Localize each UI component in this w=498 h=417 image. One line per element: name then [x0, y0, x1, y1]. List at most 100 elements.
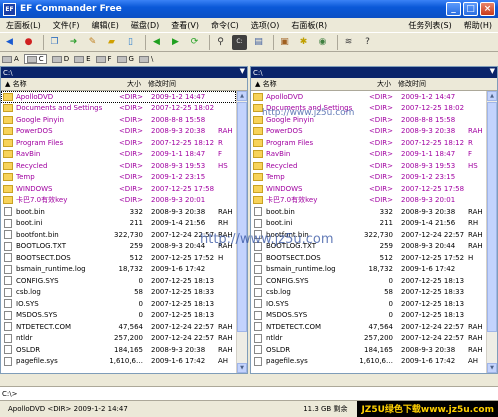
- column-date[interactable]: 修改时间: [394, 79, 454, 89]
- menu-file[interactable]: 文件(F): [47, 20, 86, 31]
- menu-right-panel[interactable]: 右面板(R): [285, 20, 333, 31]
- folder-row[interactable]: WINDOWS <DIR> 2007-12-25 17:58: [1, 183, 236, 195]
- file-row[interactable]: BOOTSECT.DOS 512 2007-12-25 17:52 H: [1, 252, 236, 264]
- file-row[interactable]: bsmain_runtime.log 18,732 2009-1-6 17:42: [251, 264, 486, 276]
- file-row[interactable]: CONFIG.SYS 0 2007-12-25 18:13: [1, 275, 236, 287]
- minimize-button[interactable]: _: [446, 2, 461, 16]
- maximize-button[interactable]: □: [463, 2, 478, 16]
- file-row[interactable]: boot.ini 211 2009-1-4 21:56 RH: [251, 218, 486, 230]
- right-scrollbar[interactable]: ▲ ▼: [486, 91, 497, 373]
- history-dropdown-icon[interactable]: ▼: [490, 67, 495, 75]
- copy-icon[interactable]: ❐: [47, 35, 62, 50]
- scroll-down-icon[interactable]: ▼: [487, 363, 497, 373]
- menu-help[interactable]: 帮助(H): [458, 20, 498, 31]
- terminal-icon[interactable]: C:: [232, 34, 247, 50]
- command-line[interactable]: C:\>: [0, 386, 498, 400]
- pack-icon[interactable]: ▣: [277, 35, 292, 50]
- drive-d[interactable]: D: [51, 55, 69, 63]
- file-row[interactable]: CONFIG.SYS 0 2007-12-25 18:13: [251, 275, 486, 287]
- column-name[interactable]: ▲ 名称: [1, 79, 104, 89]
- column-name[interactable]: ▲ 名称: [251, 79, 354, 89]
- file-row[interactable]: pagefile.sys 1,610,6… 2009-1-6 17:42 AH: [251, 356, 486, 368]
- file-row[interactable]: csb.log 58 2007-12-25 18:33: [1, 287, 236, 299]
- file-row[interactable]: boot.ini 211 2009-1-4 21:56 RH: [1, 218, 236, 230]
- scroll-thumb[interactable]: [487, 102, 497, 332]
- file-row[interactable]: IO.SYS 0 2007-12-25 18:13: [251, 298, 486, 310]
- drive-network[interactable]: \: [138, 55, 153, 63]
- file-row[interactable]: boot.bin 332 2008-9-3 20:38 RAH: [1, 206, 236, 218]
- disk-icon[interactable]: ◉: [315, 35, 330, 50]
- file-size: <DIR>: [368, 161, 393, 170]
- folder-row[interactable]: Temp <DIR> 2009-1-2 23:15: [251, 172, 486, 184]
- stop-icon[interactable]: ●: [21, 35, 36, 50]
- drive-a[interactable]: A: [2, 55, 19, 63]
- folder-row[interactable]: Temp <DIR> 2009-1-2 23:15: [1, 172, 236, 184]
- file-row[interactable]: IO.SYS 0 2007-12-25 18:13: [1, 298, 236, 310]
- drive-g[interactable]: G: [116, 55, 134, 63]
- file-row[interactable]: OSLDR 184,165 2008-9-3 20:38 RAH: [1, 344, 236, 356]
- left-path-bar[interactable]: C:\ ▼: [1, 67, 247, 78]
- scroll-up-icon[interactable]: ▲: [237, 91, 247, 101]
- left-file-panel[interactable]: C:\ ▼ ▲ 名称 大小 修改时间 ApolloDVD <DIR> 2009-1-…: [0, 66, 248, 374]
- file-row[interactable]: MSDOS.SYS 0 2007-12-25 18:13: [251, 310, 486, 322]
- scroll-down-icon[interactable]: ▼: [237, 363, 247, 373]
- folder-row[interactable]: WINDOWS <DIR> 2007-12-25 17:58: [251, 183, 486, 195]
- menu-view[interactable]: 查看(V): [165, 20, 205, 31]
- file-row[interactable]: NTDETECT.COM 47,564 2007-12-24 22:57 RAH: [1, 321, 236, 333]
- compare-icon[interactable]: ▤: [251, 35, 266, 50]
- file-row[interactable]: OSLDR 184,165 2008-9-3 20:38 RAH: [251, 344, 486, 356]
- file-row[interactable]: ntldr 257,200 2007-12-24 22:57 RAH: [1, 333, 236, 345]
- column-date[interactable]: 修改时间: [144, 79, 204, 89]
- file-row[interactable]: pagefile.sys 1,610,6… 2009-1-6 17:42 AH: [1, 356, 236, 368]
- drive-c[interactable]: C: [23, 54, 47, 64]
- sync-icon[interactable]: ≋: [341, 35, 356, 50]
- folder-row[interactable]: 卡巴7.0有效key <DIR> 2008-9-3 20:01: [1, 195, 236, 207]
- folder-row[interactable]: ApolloDVD <DIR> 2009-1-2 14:47: [251, 91, 486, 103]
- menu-task-list[interactable]: 任务列表(S): [402, 20, 457, 31]
- back-icon[interactable]: ◀: [2, 35, 17, 50]
- drive-f[interactable]: F: [95, 55, 112, 63]
- new-folder-icon[interactable]: ▰: [104, 35, 119, 50]
- delete-icon[interactable]: ▯: [123, 35, 138, 50]
- file-row[interactable]: ntldr 257,200 2007-12-24 22:57 RAH: [251, 333, 486, 345]
- file-row[interactable]: boot.bin 332 2008-9-3 20:38 RAH: [251, 206, 486, 218]
- file-row[interactable]: MSDOS.SYS 0 2007-12-25 18:13: [1, 310, 236, 322]
- folder-row[interactable]: Program Files <DIR> 2007-12-25 18:12 R: [251, 137, 486, 149]
- folder-row[interactable]: Recycled <DIR> 2008-9-3 19:53 HS: [1, 160, 236, 172]
- move-icon[interactable]: ➜: [66, 35, 81, 50]
- menu-commands[interactable]: 命令(C): [205, 20, 245, 31]
- folder-row[interactable]: RavBin <DIR> 2009-1-1 18:47 F: [251, 149, 486, 161]
- help-icon[interactable]: ?: [360, 35, 375, 50]
- folder-row[interactable]: Google Pinyin <DIR> 2008-8-8 15:58: [1, 114, 236, 126]
- column-size[interactable]: 大小: [354, 79, 394, 89]
- folder-row[interactable]: PowerDOS <DIR> 2008-9-3 20:38 RAH: [1, 126, 236, 138]
- file-row[interactable]: csb.log 58 2007-12-25 18:33: [251, 287, 486, 299]
- menu-options[interactable]: 选项(O): [245, 20, 286, 31]
- scroll-thumb[interactable]: [237, 102, 247, 332]
- folder-row[interactable]: Program Files <DIR> 2007-12-25 18:12 R: [1, 137, 236, 149]
- folder-row[interactable]: RavBin <DIR> 2009-1-1 18:47 F: [1, 149, 236, 161]
- close-button[interactable]: ×: [480, 2, 495, 16]
- refresh-icon[interactable]: ⟳: [187, 35, 202, 50]
- right-path-bar[interactable]: C:\ ▼: [251, 67, 497, 78]
- search-icon[interactable]: ⚲: [213, 35, 228, 50]
- folder-row[interactable]: PowerDOS <DIR> 2008-9-3 20:38 RAH: [251, 126, 486, 138]
- menu-edit[interactable]: 编辑(E): [86, 20, 125, 31]
- drive-e[interactable]: E: [74, 55, 91, 63]
- folder-row[interactable]: 卡巴7.0有效key <DIR> 2008-9-3 20:01: [251, 195, 486, 207]
- edit-icon[interactable]: ✎: [85, 35, 100, 50]
- go-forward-icon[interactable]: ▶: [168, 35, 183, 50]
- menu-disk[interactable]: 磁盘(D): [125, 20, 165, 31]
- folder-row[interactable]: Recycled <DIR> 2008-9-3 19:53 HS: [251, 160, 486, 172]
- file-row[interactable]: BOOTSECT.DOS 512 2007-12-25 17:52 H: [251, 252, 486, 264]
- file-row[interactable]: bsmain_runtime.log 18,732 2009-1-6 17:42: [1, 264, 236, 276]
- unpack-icon[interactable]: ✱: [296, 35, 311, 50]
- history-dropdown-icon[interactable]: ▼: [240, 67, 245, 75]
- go-back-icon[interactable]: ◀: [149, 35, 164, 50]
- scroll-up-icon[interactable]: ▲: [487, 91, 497, 101]
- column-size[interactable]: 大小: [104, 79, 144, 89]
- folder-row[interactable]: Documents and Settings <DIR> 2007-12-25 18…: [1, 103, 236, 115]
- menu-left-panel[interactable]: 左面板(L): [0, 20, 47, 31]
- file-row[interactable]: NTDETECT.COM 47,564 2007-12-24 22:57 RAH: [251, 321, 486, 333]
- folder-row[interactable]: ApolloDVD <DIR> 2009-1-2 14:47: [1, 91, 236, 103]
